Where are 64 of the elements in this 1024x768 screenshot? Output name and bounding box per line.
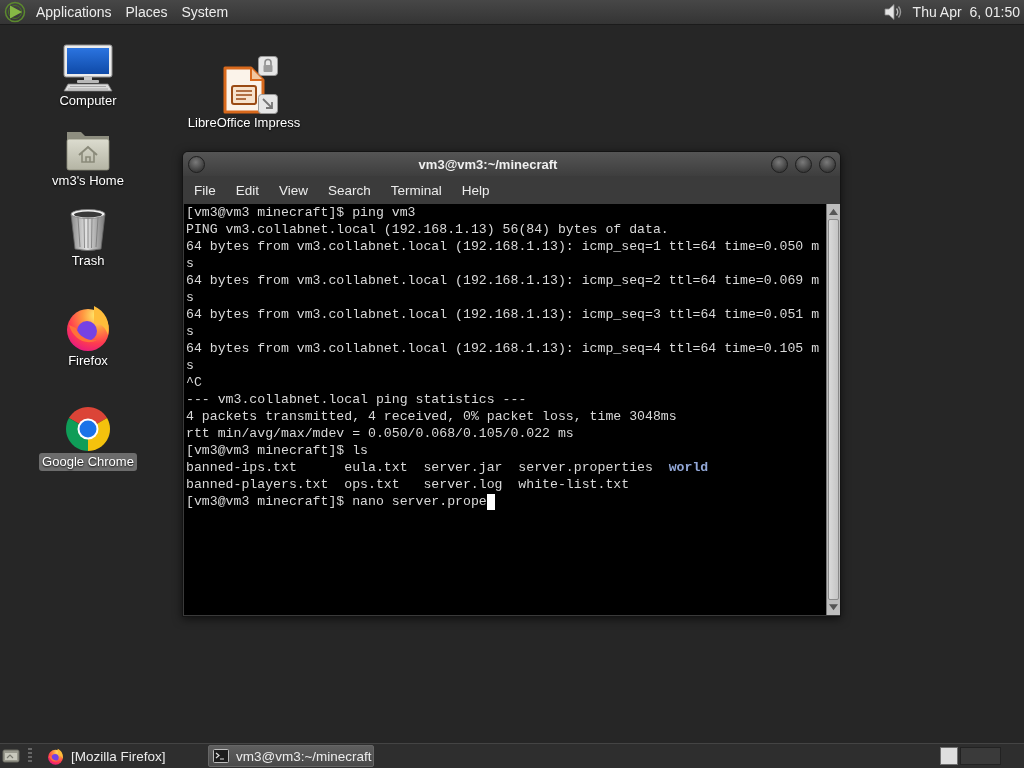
terminal-line: 64 bytes from vm3.collabnet.local (192.168.1.13): icmp_seq=2 ttl=64 time=0.069 m [186, 273, 820, 288]
desktop-icon-label[interactable]: LibreOffice Impress [184, 114, 304, 132]
menu-item[interactable]: File [184, 178, 226, 202]
desktop-icon-label[interactable]: vm3's Home [49, 172, 127, 190]
terminal-line: [vm3@vm3 minecraft]$ ping vm3 [186, 205, 416, 220]
terminal-line: 4 packets transmitted, 4 received, 0% packet loss, time 3048ms [186, 409, 677, 424]
computer-monitor-icon[interactable] [62, 44, 114, 92]
terminal-line: s [186, 290, 194, 305]
clock[interactable]: Thu Apr 6, 01:50 [912, 4, 1020, 20]
firefox-icon[interactable] [64, 304, 112, 352]
menu-item[interactable]: Edit [225, 178, 270, 202]
scroll-down-arrow-icon[interactable] [827, 603, 840, 612]
menu-item[interactable]: Search [318, 178, 381, 202]
scrollbar[interactable] [826, 204, 840, 615]
taskbar-button[interactable]: vm3@vm3:~/minecraft [208, 745, 374, 767]
terminal-line: [vm3@vm3 minecraft]$ ls [186, 443, 369, 458]
terminal-line: ^C [186, 375, 202, 390]
presentation-document-icon[interactable] [222, 66, 266, 114]
terminal-line: rtt min/avg/max/mdev = 0.050/0.068/0.105/0.022 ms [186, 426, 574, 441]
terminal-line: 64 bytes from vm3.collabnet.local (192.168.1.13): icmp_seq=3 ttl=64 time=0.051 m [186, 307, 820, 322]
terminal-line: --- vm3.collabnet.local ping statistics --- [186, 392, 527, 407]
menu-item[interactable]: Terminal [380, 178, 452, 202]
menu-item[interactable]: View [269, 178, 319, 202]
scroll-up-arrow-icon[interactable] [827, 207, 840, 216]
trash-can-icon[interactable] [68, 208, 108, 252]
speaker-icon[interactable] [882, 2, 903, 22]
directory-name: world [668, 459, 710, 476]
window-menu-button[interactable] [188, 155, 205, 173]
minimize-button[interactable] [771, 155, 788, 173]
chrome-icon[interactable] [64, 405, 112, 453]
maximize-button[interactable] [795, 155, 812, 173]
desktop-icon-label[interactable]: Google Chrome [39, 453, 137, 471]
panel-menu[interactable]: Applications [29, 1, 119, 23]
file-name: eula.txt [344, 459, 409, 476]
workspace-switcher-icon[interactable] [940, 747, 1002, 765]
show-desktop-icon[interactable] [2, 748, 20, 764]
firefox-icon [47, 747, 64, 765]
file-name: server.log [423, 476, 504, 493]
terminal-line: 64 bytes from vm3.collabnet.local (192.168.1.13): icmp_seq=4 ttl=64 time=0.105 m [186, 341, 820, 356]
desktop-icon-label[interactable]: Firefox [65, 352, 111, 370]
desktop-icon-label[interactable]: Trash [68, 252, 108, 270]
window-title: vm3@vm3:~/minecraft [417, 156, 559, 172]
panel-menu[interactable]: Places [118, 1, 175, 23]
file-name: server.properties [518, 459, 654, 476]
terminal-line: [vm3@vm3 minecraft]$ nano server.prope [186, 494, 487, 509]
panel-menu[interactable]: System [174, 1, 236, 23]
scrollbar-thumb[interactable] [828, 219, 839, 600]
close-button[interactable] [819, 155, 836, 173]
arrow-logo-icon[interactable] [4, 1, 26, 23]
desktop-icon-label[interactable]: Computer [56, 92, 120, 110]
file-name: banned-players.txt [186, 476, 330, 493]
terminal-line: s [186, 358, 194, 373]
menu-item[interactable]: Help [451, 178, 500, 202]
file-name: white-list.txt [518, 476, 631, 493]
file-name: banned-ips.txt [186, 459, 298, 476]
terminal-line: 64 bytes from vm3.collabnet.local (192.168.1.13): icmp_seq=1 ttl=64 time=0.050 m [186, 239, 820, 254]
terminal-line: s [186, 324, 194, 339]
terminal-icon [213, 749, 229, 763]
terminal-line: PING vm3.collabnet.local (192.168.1.13) 56(84) bytes of data. [186, 222, 669, 237]
file-name: ops.txt [344, 476, 401, 493]
lock-icon [258, 56, 278, 76]
terminal-line: s [186, 256, 194, 271]
taskbar-button[interactable]: [Mozilla Firefox] [42, 745, 208, 767]
file-name: server.jar [423, 459, 504, 476]
